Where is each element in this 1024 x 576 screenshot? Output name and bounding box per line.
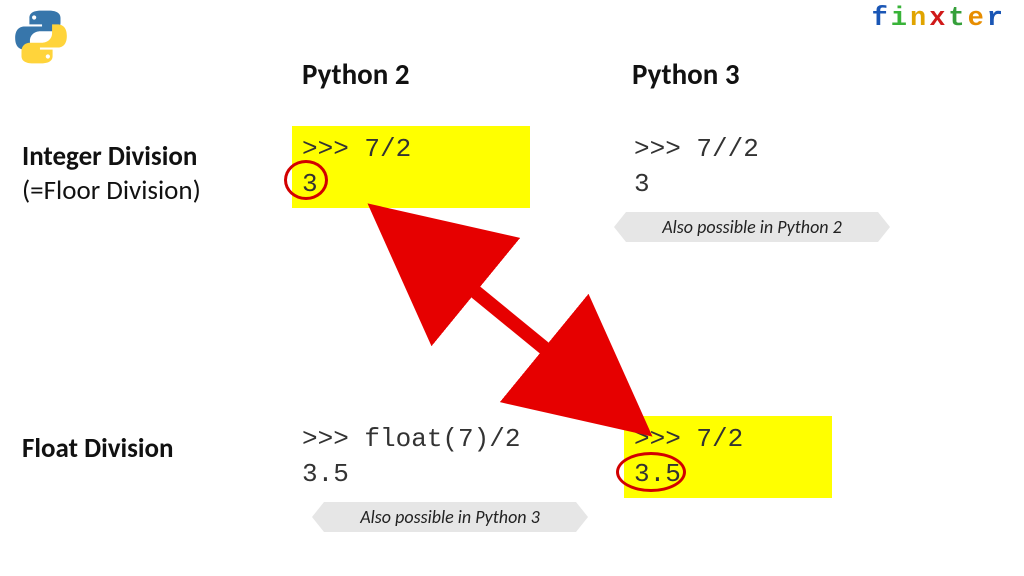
row-label-integer: Integer Division (=Floor Division) [22,140,201,208]
python-logo-icon [12,8,70,66]
circle-annotation-float-py3 [616,452,686,492]
circle-annotation-int-py2 [284,160,328,200]
row-label-integer-subtitle: (=Floor Division) [22,174,201,207]
col-header-py3: Python 3 [632,56,740,92]
code-int-py2-l1: >>> 7/2 [302,134,411,164]
code-int-py3-l1: >>> 7//2 [634,134,759,164]
col-header-py2: Python 2 [302,56,410,92]
row-label-float-title: Float Division [22,432,174,465]
row-label-integer-title: Integer Division [22,140,197,173]
code-float-py2-l2: 3.5 [302,459,349,489]
finxter-brand: finxter [872,4,1006,34]
ribbon-also-py3: Also possible in Python 3 [312,502,588,532]
double-arrow-icon [340,180,660,440]
row-label-float: Float Division [22,432,174,466]
